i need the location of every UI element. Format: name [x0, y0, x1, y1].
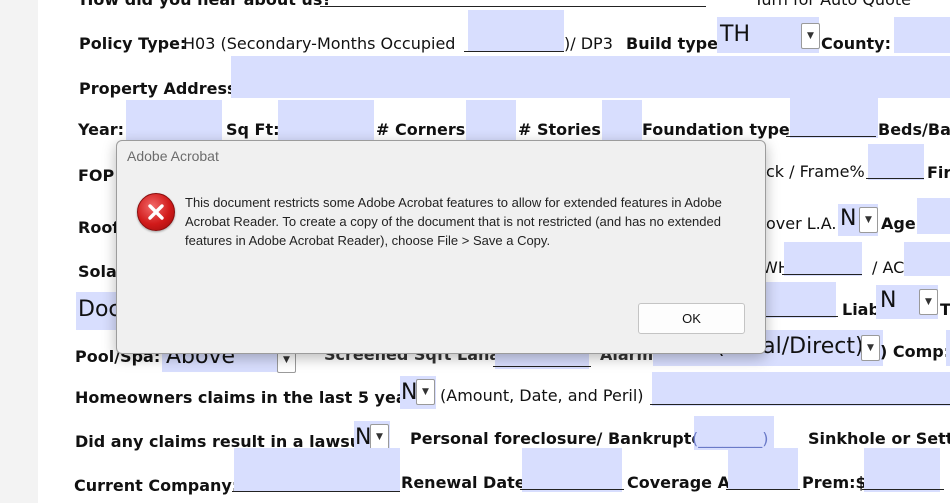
error-icon — [137, 193, 175, 231]
fop-label: FOP: — [78, 166, 121, 185]
sqft-label: Sq Ft: — [226, 120, 280, 139]
foreclosure-paren: (________) — [692, 429, 769, 448]
year-label: Year: — [78, 120, 125, 139]
ac-field[interactable] — [904, 242, 950, 276]
foundation-field[interactable] — [790, 96, 878, 138]
doc-value: Doc — [78, 297, 121, 322]
months-occupied-field[interactable] — [468, 10, 564, 52]
frame-pct-label: ck / Frame% — [766, 162, 865, 181]
frame-line — [866, 178, 924, 179]
renewal-field[interactable] — [522, 448, 622, 492]
build-type-label: Build type: — [626, 34, 725, 53]
county-field[interactable] — [894, 17, 950, 53]
auto-quote-label: Turn for Auto Quote — [754, 0, 911, 9]
wh-field[interactable] — [784, 242, 862, 276]
renewal-label: Renewal Date: — [401, 473, 533, 492]
liab-pre-field[interactable] — [762, 282, 836, 318]
comp-field[interactable] — [946, 330, 950, 366]
corners-field[interactable] — [466, 100, 516, 140]
build-type-chevron-down-icon[interactable]: ▼ — [801, 23, 820, 49]
lawsuit-chevron-down-icon[interactable]: ▼ — [370, 424, 389, 450]
property-address-field[interactable] — [231, 56, 950, 98]
claims5-label: Homeowners claims in the last 5 years: — [75, 388, 431, 407]
dialog-title: Adobe Acrobat — [127, 148, 219, 164]
lawsuit-value: N — [355, 425, 372, 450]
property-address-label: Property Address: — [79, 79, 243, 98]
corners-label: # Corners: — [376, 120, 472, 139]
coverage-a-field[interactable] — [728, 448, 798, 490]
ok-button[interactable]: OK — [638, 303, 745, 334]
current-company-label: Current Company: — [74, 476, 239, 495]
sinkhole-label: Sinkhole or Settle — [808, 429, 950, 448]
hear-about-label: How did you hear about us? — [80, 0, 332, 9]
coverage-a-label: Coverage A: — [627, 473, 737, 492]
foreclosure-label: Personal foreclosure/ Bankruptcy — [410, 429, 712, 448]
claims5-chevron-down-icon[interactable]: ▼ — [416, 379, 435, 405]
wh-line — [782, 274, 862, 275]
coverage-line — [726, 489, 800, 490]
over-la-value: N — [840, 206, 857, 231]
dp3-label: )/ DP3 — [564, 34, 613, 53]
fire-label: Fir — [927, 163, 950, 182]
adobe-acrobat-dialog: Adobe Acrobat This document restricts so… — [116, 140, 766, 354]
alarm-chevron-down-icon[interactable]: ▼ — [861, 335, 880, 361]
frame-pct-field[interactable] — [868, 144, 924, 180]
over-la-chevron-down-icon[interactable]: ▼ — [859, 207, 878, 233]
screened-line — [493, 366, 591, 367]
renewal-line — [520, 489, 624, 490]
liab-chevron-down-icon[interactable]: ▼ — [919, 289, 938, 315]
claims-details-line — [650, 404, 950, 405]
months-line — [464, 51, 564, 52]
stories-label: # Stories: — [518, 120, 608, 139]
amount-date-label: (Amount, Date, and Peril) — [440, 386, 644, 405]
policy-type-value: H03 (Secondary-Months Occupied — [183, 34, 456, 53]
foundation-label: Foundation type: — [642, 120, 797, 139]
company-line — [232, 491, 400, 492]
page-margin — [0, 0, 39, 503]
sqft-field[interactable] — [278, 100, 374, 140]
roof-label: Roof — [78, 218, 120, 237]
tr-label: Tr — [940, 300, 950, 319]
hear-about-line — [320, 6, 706, 7]
age-label: Age: — [881, 214, 923, 233]
prem-label: Prem:$ — [802, 473, 867, 492]
liab-value: N — [880, 288, 897, 313]
prem-line — [862, 489, 944, 490]
liab-label: Liab — [842, 300, 880, 319]
foundation-line — [786, 136, 876, 137]
ac-label: / AC — [872, 258, 905, 277]
prem-field[interactable] — [864, 448, 940, 492]
build-type-value: TH — [720, 22, 750, 47]
policy-type-label: Policy Type: — [79, 34, 187, 53]
comp-label: ) Comp: — [880, 342, 950, 361]
over-la-label: over L.A. — [766, 214, 837, 233]
year-field[interactable] — [126, 100, 222, 140]
beds-label: Beds/Bat — [878, 120, 950, 139]
county-label: County: — [821, 34, 891, 53]
claims5-value: N — [401, 380, 418, 405]
dialog-message: This document restricts some Adobe Acrob… — [185, 195, 722, 248]
current-company-field[interactable] — [234, 448, 400, 492]
liab-line — [760, 316, 838, 317]
claims5-details-field[interactable] — [652, 372, 950, 406]
age-field[interactable] — [917, 198, 950, 234]
stories-field[interactable] — [602, 100, 642, 140]
